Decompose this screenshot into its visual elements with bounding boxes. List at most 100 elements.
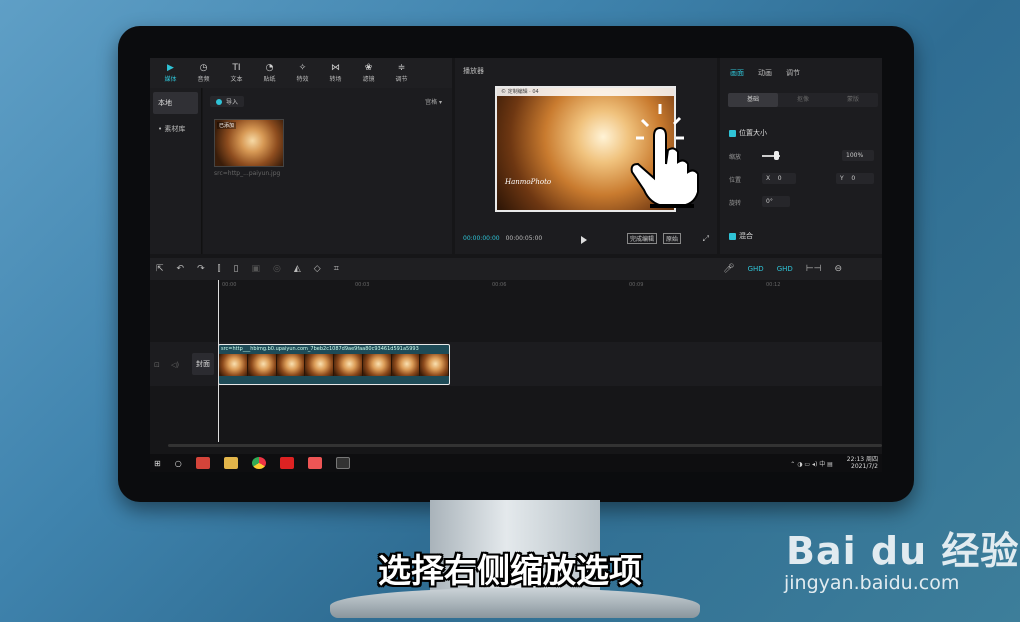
scale-label: 缩放 bbox=[729, 154, 742, 161]
hand-pointer-icon bbox=[630, 104, 699, 208]
transition-icon: ⋈ bbox=[331, 63, 340, 73]
nav-local[interactable]: 本地 bbox=[153, 92, 198, 114]
scale-slider-knob[interactable] bbox=[774, 151, 779, 160]
freeze-icon[interactable]: ▣ bbox=[251, 264, 260, 274]
monitor-base bbox=[330, 588, 700, 618]
main-track-link-button[interactable]: GHD bbox=[748, 265, 764, 273]
blend-section[interactable]: 混合 bbox=[729, 231, 753, 241]
tool-label: 调节 bbox=[395, 76, 408, 83]
microphone-icon[interactable]: 🎤︎ bbox=[723, 264, 734, 274]
ratio-button[interactable]: 原始 bbox=[663, 233, 682, 244]
redo-icon[interactable]: ↷ bbox=[197, 264, 205, 274]
photo-logo: HanmoPhoto bbox=[505, 178, 552, 186]
search-icon[interactable]: ○ bbox=[175, 459, 182, 468]
subtab-keying[interactable]: 抠像 bbox=[778, 93, 828, 107]
zoom-out-icon[interactable]: ⊖ bbox=[834, 264, 842, 274]
tool-sticker[interactable]: ◔ 贴纸 bbox=[253, 58, 286, 88]
chrome-icon[interactable] bbox=[251, 457, 266, 469]
tool-text[interactable]: TI 文本 bbox=[220, 58, 253, 88]
checkbox-icon[interactable] bbox=[729, 232, 736, 240]
fit-button[interactable]: 完成编辑 bbox=[627, 233, 658, 244]
cover-button[interactable]: 封面 bbox=[192, 353, 214, 375]
capcut-icon[interactable] bbox=[335, 457, 350, 469]
timeline-clip[interactable]: src=http___hbimg.b0.upaiyun.com_7beb2c10… bbox=[218, 344, 450, 385]
tool-filter[interactable]: ❀ 滤镜 bbox=[352, 58, 385, 88]
position-x-field[interactable]: X 0 bbox=[762, 173, 796, 184]
tray-icons[interactable]: ⌃ ◑ ▭ ◂) 中 ▤ bbox=[790, 459, 833, 468]
media-thumbnail[interactable]: 已添加 bbox=[214, 119, 284, 167]
track-lock-icon[interactable]: ⊡ ◁) bbox=[154, 361, 179, 369]
rotate-label: 旋转 bbox=[729, 200, 742, 207]
media-icon: ▶ bbox=[167, 63, 174, 73]
scale-value[interactable]: 100% bbox=[842, 150, 874, 161]
sticker-icon: ◔ bbox=[265, 63, 274, 73]
tab-animation[interactable]: 动画 bbox=[758, 68, 772, 78]
wps-icon[interactable] bbox=[279, 457, 294, 469]
undo-icon[interactable]: ↶ bbox=[177, 264, 185, 274]
section-label: 位置大小 bbox=[739, 129, 767, 137]
nav-library[interactable]: • 素材库 bbox=[153, 118, 198, 140]
app-icon[interactable] bbox=[195, 457, 210, 469]
clip-frame bbox=[305, 354, 334, 376]
windows-start-icon[interactable]: ⊞ bbox=[154, 459, 161, 468]
snap-icon[interactable]: ⊢⊣ bbox=[806, 264, 822, 274]
tool-effects[interactable]: ✧ 特效 bbox=[286, 58, 319, 88]
import-button[interactable]: 导入 bbox=[210, 96, 245, 107]
preview-axis-button[interactable]: GHD bbox=[777, 265, 793, 273]
tool-label: 音频 bbox=[197, 76, 210, 83]
tick-label: 00:00 bbox=[222, 282, 237, 288]
position-y-field[interactable]: Y 0 bbox=[836, 173, 874, 184]
crop-icon[interactable]: ⌗ bbox=[334, 264, 339, 274]
tool-adjust[interactable]: ≑ 调节 bbox=[385, 58, 418, 88]
tool-media[interactable]: ▶ 媒体 bbox=[154, 58, 187, 88]
view-mode-dropdown[interactable]: 宫格 ▾ bbox=[425, 97, 442, 106]
clip-frame bbox=[247, 354, 277, 376]
tab-picture[interactable]: 画面 bbox=[730, 68, 744, 78]
tool-label: 贴纸 bbox=[263, 76, 276, 83]
play-icon[interactable] bbox=[581, 236, 587, 244]
select-cursor-icon[interactable]: ⇱ bbox=[156, 264, 164, 274]
position-size-section[interactable]: 位置大小 bbox=[729, 128, 767, 138]
clock-time: 22:13 周四 bbox=[846, 456, 878, 463]
tick-label: 00:06 bbox=[492, 282, 507, 288]
total-time: 00:00:05:00 bbox=[505, 235, 543, 242]
player-title: 播放器 bbox=[463, 67, 484, 75]
fullscreen-icon[interactable]: ⤢ bbox=[703, 234, 709, 244]
subtab-basic[interactable]: 基础 bbox=[728, 93, 778, 107]
top-toolbar: ▶ 媒体 ◷ 音频 TI 文本 ◔ 贴纸 ✧ 特效 ⋈ 转场 ❀ 滤镜 ≑ 调节 bbox=[150, 58, 452, 88]
tool-label: 特效 bbox=[296, 76, 309, 83]
playhead[interactable] bbox=[218, 280, 219, 442]
windows-taskbar: ⊞ ○ ⌃ ◑ ▭ ◂) 中 ▤ 22:13 周四 2021/7/2 bbox=[150, 454, 882, 472]
tool-audio[interactable]: ◷ 音频 bbox=[187, 58, 220, 88]
subtab-mask[interactable]: 蒙版 bbox=[828, 93, 878, 107]
checkbox-icon[interactable] bbox=[729, 129, 736, 137]
x-label: X bbox=[766, 175, 771, 182]
tool-label: 文本 bbox=[230, 76, 243, 83]
inspector-panel: 画面 动画 调节 基础 抠像 蒙版 位置大小 缩放 100% 位置 X 0 Y … bbox=[720, 58, 882, 254]
y-label: Y bbox=[840, 175, 844, 182]
delete-icon[interactable]: ▯ bbox=[234, 264, 239, 274]
tool-label: 媒体 bbox=[164, 76, 177, 83]
tool-transition[interactable]: ⋈ 转场 bbox=[319, 58, 352, 88]
rotate-icon[interactable]: ◇ bbox=[314, 264, 321, 274]
mirror-icon[interactable]: ◭ bbox=[294, 264, 301, 274]
reverse-icon[interactable]: ◎ bbox=[273, 264, 281, 274]
split-icon[interactable]: ⫿ bbox=[218, 264, 221, 274]
timecode: 00:00:00:00 00:00:05:00 bbox=[463, 235, 542, 242]
app-icon[interactable] bbox=[307, 457, 322, 469]
inspector-tabs: 画面 动画 调节 bbox=[720, 58, 882, 78]
position-label: 位置 bbox=[729, 177, 742, 184]
timeline-scrollbar[interactable] bbox=[168, 444, 882, 447]
clip-frame bbox=[276, 354, 306, 376]
taskbar-clock[interactable]: 22:13 周四 2021/7/2 bbox=[847, 456, 882, 470]
folder-icon[interactable] bbox=[223, 457, 238, 469]
import-label: 导入 bbox=[226, 99, 239, 106]
clip-frame bbox=[420, 354, 449, 376]
baidu-watermark-url: jingyan.baidu.com bbox=[784, 572, 960, 594]
timeline-ruler[interactable]: 00:00 00:03 00:06 00:09 00:12 bbox=[218, 280, 882, 292]
added-tag: 已添加 bbox=[217, 122, 237, 129]
rotate-field[interactable]: 0° bbox=[762, 196, 790, 207]
tick-label: 00:09 bbox=[629, 282, 644, 288]
text-icon: TI bbox=[232, 63, 241, 73]
tab-adjust[interactable]: 调节 bbox=[786, 68, 800, 78]
